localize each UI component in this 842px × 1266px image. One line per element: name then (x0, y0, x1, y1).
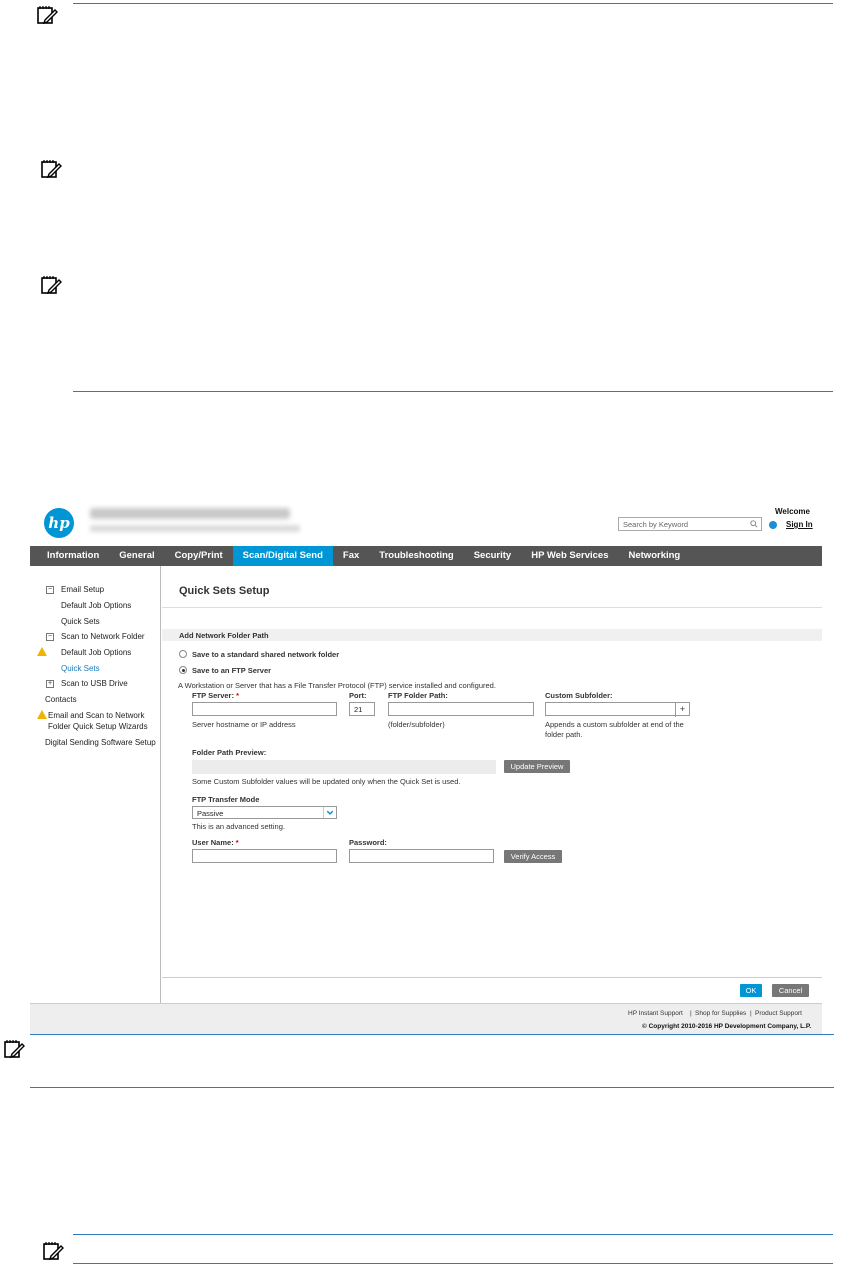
ews-header: hp Search by Keyword Welcome Sign In (30, 496, 822, 546)
tab-fax[interactable]: Fax (333, 546, 369, 566)
user-name-label: User Name: * (192, 838, 239, 847)
footer-link-shop-supplies[interactable]: Shop for Supplies (695, 1010, 746, 1017)
folder-path-preview-label: Folder Path Preview: (192, 748, 267, 757)
copyright: © Copyright 2010-2016 HP Development Com… (642, 1023, 812, 1030)
warning-icon (37, 647, 47, 656)
search-input[interactable]: Search by Keyword (618, 517, 762, 531)
footer-link-instant-support[interactable]: HP Instant Support (628, 1010, 683, 1017)
ftp-folder-path-input[interactable] (388, 702, 534, 716)
note-icon (41, 276, 62, 295)
collapse-icon[interactable]: − (46, 586, 54, 594)
ftp-transfer-mode-select[interactable]: Passive (192, 806, 337, 819)
search-icon (750, 520, 758, 528)
custom-subfolder-input[interactable]: + (545, 702, 690, 717)
note-icon (41, 160, 62, 179)
preview-note: Some Custom Subfolder values will be upd… (192, 777, 461, 786)
ftp-server-input[interactable] (192, 702, 337, 716)
radio-shared-folder-label: Save to a standard shared network folder (192, 650, 340, 659)
port-label: Port: (349, 691, 367, 700)
note-bottom-rule (73, 391, 833, 392)
sidebar-item-email-default-job-options[interactable]: Default Job Options (61, 601, 131, 610)
ftp-description: A Workstation or Server that has a File … (178, 681, 496, 690)
update-preview-button[interactable]: Update Preview (504, 760, 570, 773)
collapse-icon[interactable]: − (46, 633, 54, 641)
cancel-button[interactable]: Cancel (772, 984, 809, 997)
globe-icon (769, 521, 777, 529)
note-icon (43, 1242, 64, 1261)
sidebar-item-wizards-line-2[interactable]: Folder Quick Setup Wizards (48, 722, 148, 731)
radio-ftp-server[interactable] (179, 666, 187, 674)
tab-networking[interactable]: Networking (619, 546, 691, 566)
hp-logo: hp (44, 508, 74, 538)
custom-subfolder-label: Custom Subfolder: (545, 691, 613, 700)
tab-general[interactable]: General (109, 546, 164, 566)
note-top-rule (73, 3, 833, 4)
ftp-server-label: FTP Server: * (192, 691, 239, 700)
ok-button[interactable]: OK (740, 984, 762, 997)
note-icon (4, 1040, 25, 1059)
page-title: Quick Sets Setup (179, 585, 270, 597)
tab-scan-digital-send[interactable]: Scan/Digital Send (232, 546, 333, 566)
sidebar: − Email Setup Default Job Options Quick … (30, 566, 161, 1003)
verify-access-button[interactable]: Verify Access (504, 850, 562, 863)
tab-troubleshooting[interactable]: Troubleshooting (369, 546, 463, 566)
ftp-folder-path-label: FTP Folder Path: (388, 691, 448, 700)
ftp-transfer-mode-label: FTP Transfer Mode (192, 795, 260, 804)
custom-subfolder-hint-1: Appends a custom subfolder at end of the (545, 720, 684, 729)
advanced-setting-note: This is an advanced setting. (192, 822, 285, 831)
radio-shared-folder[interactable] (179, 650, 187, 658)
footer-separator: | (750, 1010, 752, 1017)
note-bottom-rule (30, 1087, 834, 1088)
ftp-transfer-mode-value: Passive (197, 809, 224, 818)
password-label: Password: (349, 838, 387, 847)
sidebar-item-email-setup[interactable]: Email Setup (61, 585, 104, 594)
chevron-down-icon (323, 807, 336, 818)
search-placeholder: Search by Keyword (623, 520, 689, 529)
warning-icon (37, 710, 47, 719)
sidebar-item-folder-quick-sets[interactable]: Quick Sets (61, 664, 100, 673)
note-bottom-rule (73, 1263, 833, 1264)
note-top-rule (30, 1034, 834, 1035)
title-divider (162, 607, 822, 608)
tab-security[interactable]: Security (464, 546, 522, 566)
welcome-text: Welcome (775, 507, 810, 516)
sidebar-item-email-quick-sets[interactable]: Quick Sets (61, 617, 100, 626)
port-input[interactable]: 21 (349, 702, 375, 716)
main-panel: Quick Sets Setup Add Network Folder Path… (162, 566, 822, 1003)
sidebar-item-folder-default-job-options[interactable]: Default Job Options (61, 648, 131, 657)
required-mark: * (236, 691, 239, 700)
footer-link-product-support[interactable]: Product Support (755, 1010, 802, 1017)
ftp-folder-path-hint: (folder/subfolder) (388, 720, 445, 729)
note-top-rule (73, 1234, 833, 1235)
tab-copy-print[interactable]: Copy/Print (165, 546, 233, 566)
sign-in-link[interactable]: Sign In (786, 520, 813, 529)
main-nav: Information General Copy/Print Scan/Digi… (30, 546, 822, 566)
tab-hp-web-services[interactable]: HP Web Services (521, 546, 618, 566)
user-name-input[interactable] (192, 849, 337, 863)
folder-path-preview-box (192, 760, 496, 774)
footer: HP Instant Support | Shop for Supplies |… (30, 1003, 822, 1034)
ews-screenshot: hp Search by Keyword Welcome Sign In Inf… (30, 496, 822, 1034)
printer-details-blurred (90, 525, 300, 532)
sidebar-item-scan-to-usb-drive[interactable]: Scan to USB Drive (61, 679, 128, 688)
footer-separator: | (690, 1010, 692, 1017)
password-input[interactable] (349, 849, 494, 863)
section-header: Add Network Folder Path (162, 629, 822, 641)
add-subfolder-button[interactable]: + (675, 703, 689, 717)
note-icon (37, 6, 58, 25)
printer-name-blurred (90, 508, 290, 519)
sidebar-item-digital-sending-software-setup[interactable]: Digital Sending Software Setup (45, 738, 156, 747)
sidebar-item-scan-to-network-folder[interactable]: Scan to Network Folder (61, 632, 145, 641)
sidebar-item-wizards-line-1[interactable]: Email and Scan to Network (48, 711, 145, 720)
radio-ftp-server-label: Save to an FTP Server (192, 666, 272, 675)
action-bar: OK Cancel (162, 977, 822, 1003)
required-mark: * (235, 838, 239, 847)
ftp-server-hint: Server hostname or IP address (192, 720, 296, 729)
custom-subfolder-hint-2: folder path. (545, 730, 583, 739)
tab-information[interactable]: Information (37, 546, 109, 566)
sidebar-item-contacts[interactable]: Contacts (45, 695, 77, 704)
expand-icon[interactable]: + (46, 680, 54, 688)
